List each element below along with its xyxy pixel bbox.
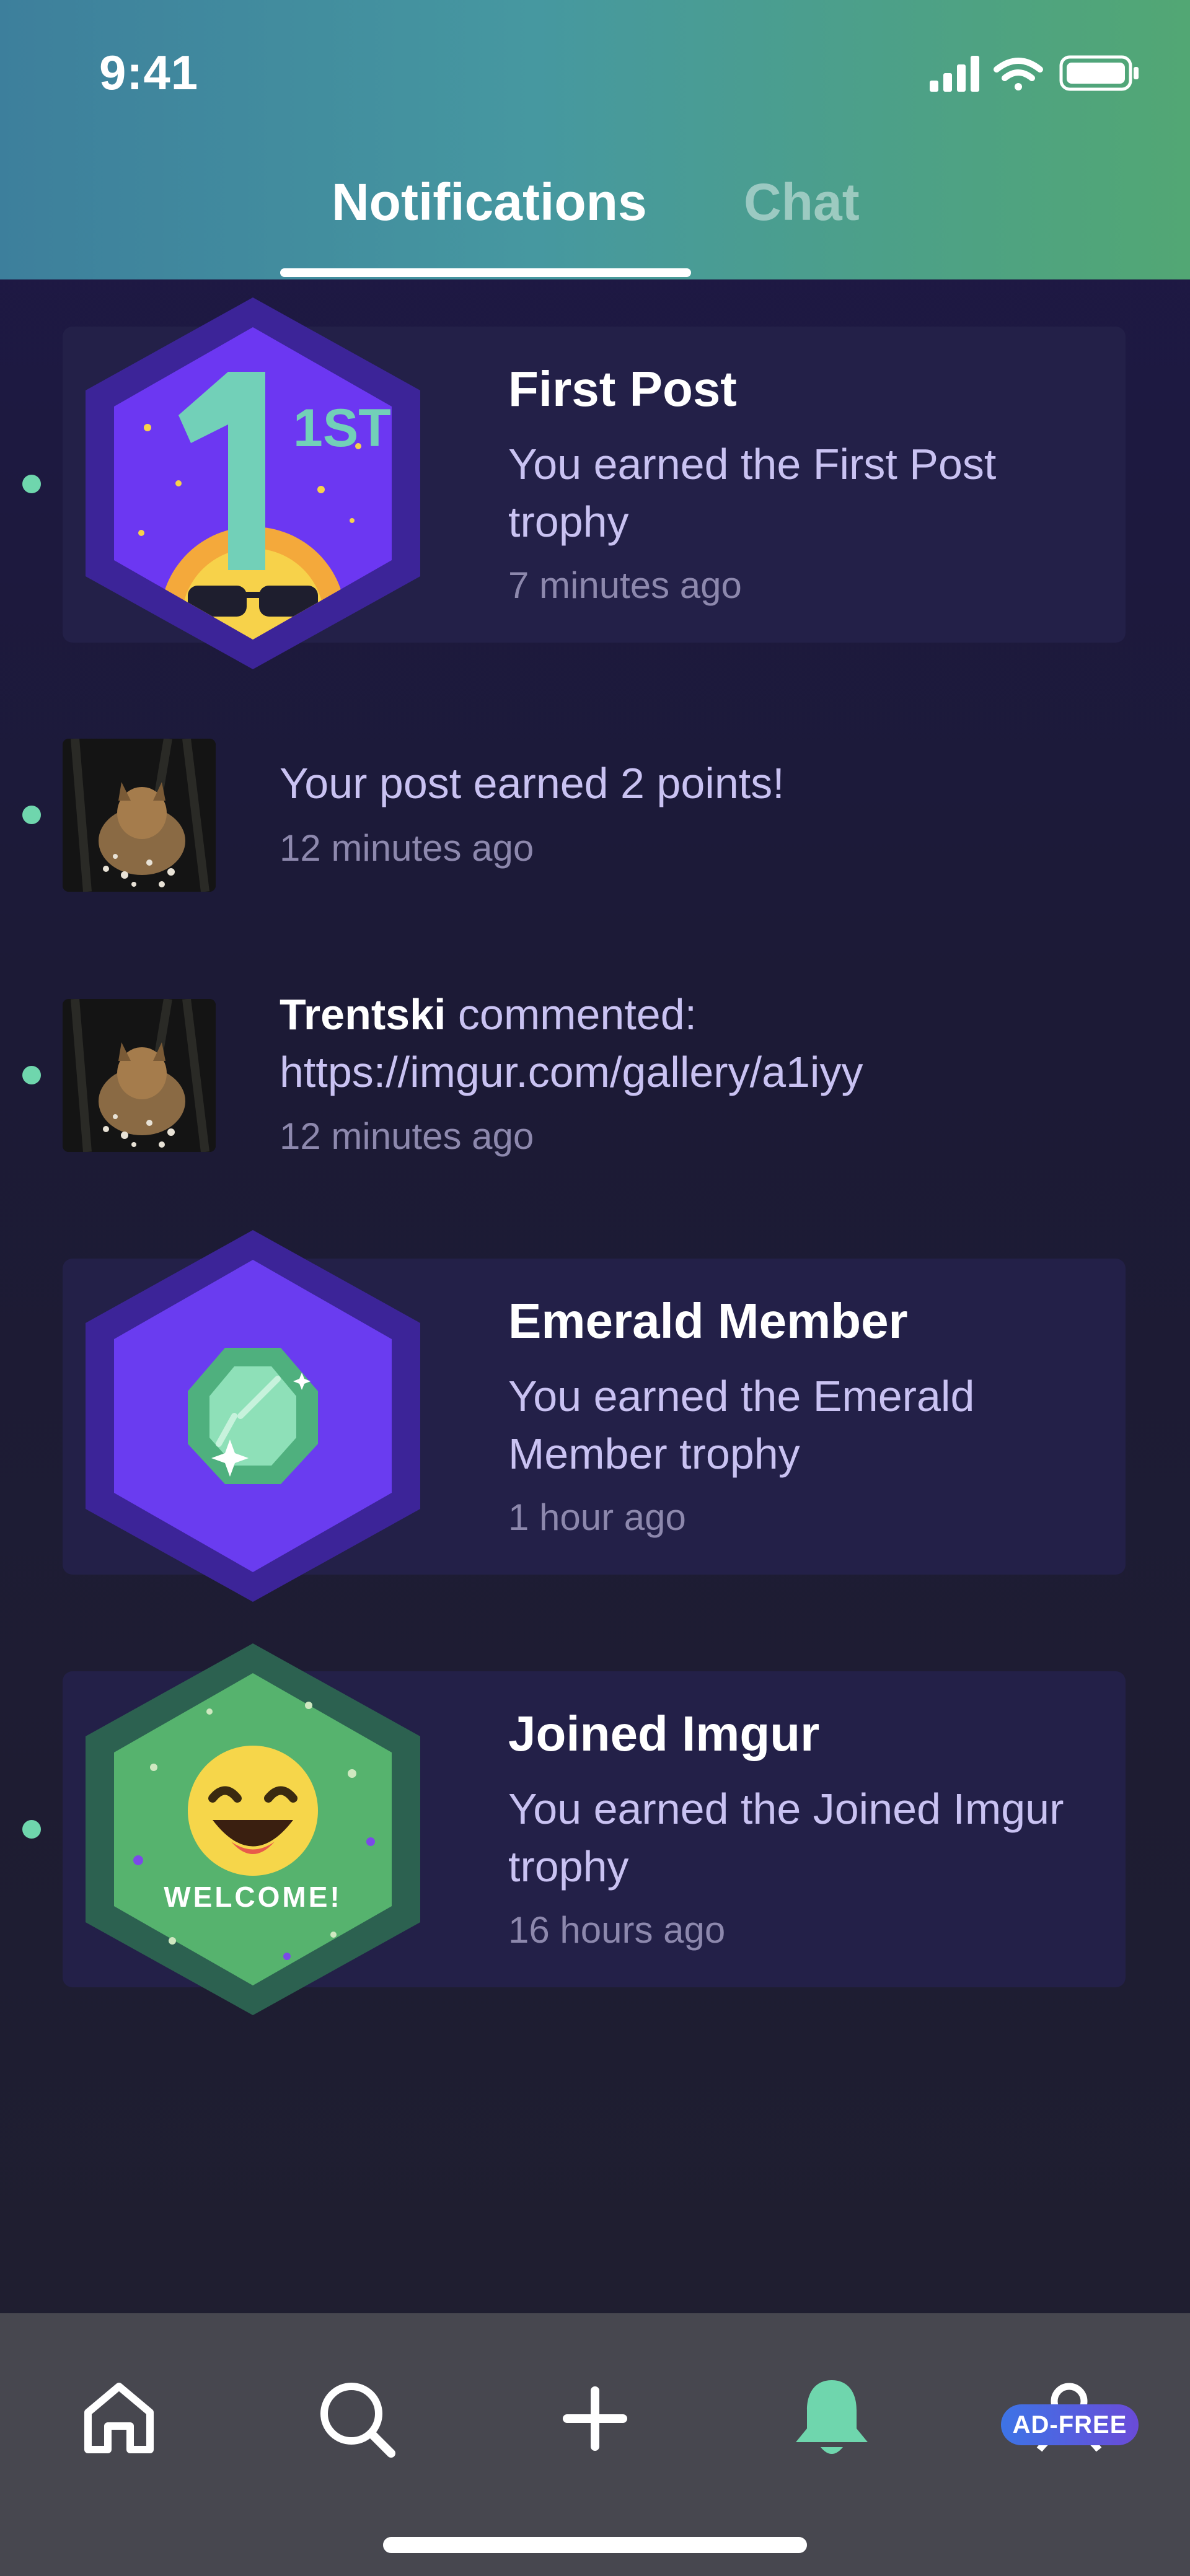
notifications-screen: 9:41 Notifications Chat 1ST First Post Y…	[0, 0, 1190, 2576]
notification-title: Joined Imgur	[508, 1706, 820, 1761]
home-icon[interactable]	[69, 2369, 169, 2468]
emerald-badge	[86, 1230, 420, 1602]
post-thumbnail[interactable]	[63, 999, 216, 1152]
post-thumbnail[interactable]	[63, 739, 216, 892]
search-icon[interactable]	[307, 2369, 406, 2468]
notification-title: First Post	[508, 361, 737, 416]
notification-text: Trentski commented: https://imgur.com/ga…	[280, 986, 1135, 1101]
battery-icon	[1059, 55, 1139, 91]
first-post-badge: 1ST	[86, 297, 420, 669]
bottom-nav	[0, 2313, 1190, 2576]
notification-text: Your post earned 2 points!	[280, 759, 785, 807]
header: 9:41 Notifications Chat	[0, 0, 1190, 279]
bell-icon[interactable]	[782, 2369, 881, 2468]
plus-icon[interactable]	[545, 2369, 645, 2468]
notification-time: 1 hour ago	[508, 1497, 686, 1538]
status-icons	[930, 55, 1139, 92]
unread-dot	[22, 1066, 41, 1084]
notification-time: 16 hours ago	[508, 1909, 726, 1951]
status-time: 9:41	[99, 45, 199, 100]
notification-description: You earned the First Post trophy	[508, 440, 997, 546]
signal-icon	[930, 56, 979, 92]
home-indicator	[383, 2537, 807, 2553]
notification-title: Emerald Member	[508, 1293, 908, 1348]
active-tab-indicator	[280, 268, 691, 277]
unread-dot	[22, 475, 41, 493]
wifi-icon	[994, 58, 1043, 90]
unread-dot	[22, 1820, 41, 1839]
ad-free-badge[interactable]: AD-FREE	[1001, 2404, 1139, 2445]
welcome-badge-text: WELCOME!	[164, 1881, 342, 1913]
notification-description: You earned the Joined Imgur trophy	[508, 1785, 1064, 1891]
tab-notifications[interactable]: Notifications	[332, 172, 647, 232]
tab-chat[interactable]: Chat	[744, 172, 860, 232]
notification-time: 7 minutes ago	[508, 565, 742, 606]
notification-time: 12 minutes ago	[280, 1115, 534, 1157]
comment-user[interactable]: Trentski	[280, 990, 446, 1039]
unread-dot	[22, 806, 41, 824]
welcome-badge: WELCOME!	[86, 1643, 420, 2015]
notification-description: You earned the Emerald Member trophy	[508, 1372, 975, 1478]
first-post-badge-text: 1ST	[293, 398, 391, 458]
notification-time: 12 minutes ago	[280, 827, 534, 869]
